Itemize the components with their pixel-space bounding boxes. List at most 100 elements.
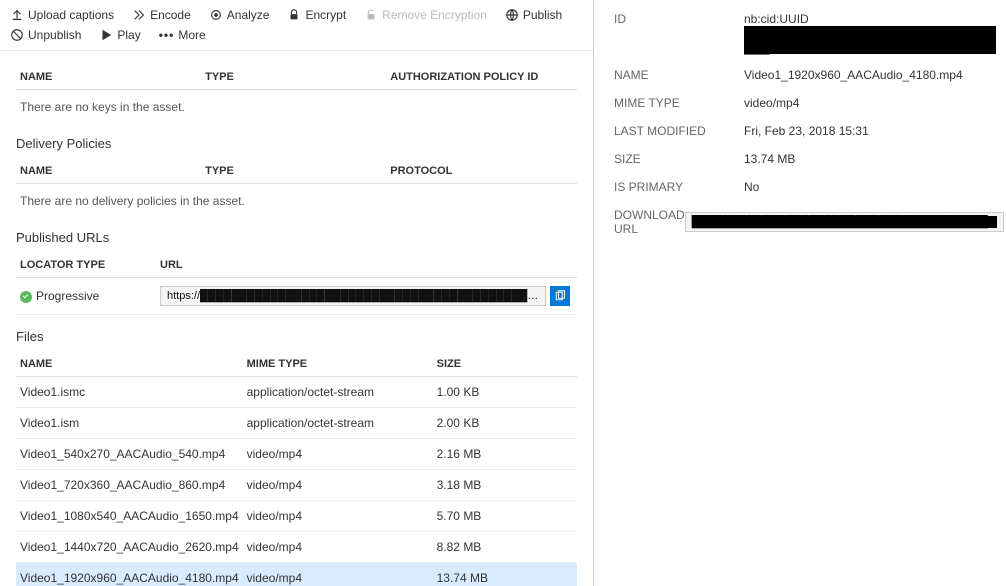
detail-mime-label: MIME TYPE: [614, 96, 744, 110]
file-size-cell: 1.00 KB: [433, 377, 577, 408]
publish-icon: [505, 8, 519, 22]
file-size-cell: 2.00 KB: [433, 408, 577, 439]
file-name-cell: Video1_1440x720_AACAudio_2620.mp4: [16, 532, 243, 563]
published-table: LOCATOR TYPE URL Progressivehttps://████…: [16, 253, 577, 315]
detail-name-value: Video1_1920x960_AACAudio_4180.mp4: [744, 68, 996, 82]
keys-header-name: NAME: [16, 65, 201, 90]
keys-empty-message: There are no keys in the asset.: [16, 90, 577, 123]
detail-id-value: nb:cid:UUID█████████████████████████████…: [744, 12, 996, 54]
play-button[interactable]: Play: [91, 26, 148, 44]
remove-encryption-button: Remove Encryption: [356, 6, 495, 24]
url-cell: https://████████████████████████████████…: [156, 278, 577, 315]
published-section: Published URLs LOCATOR TYPE URL Progress…: [0, 216, 593, 315]
copy-icon: [554, 290, 566, 302]
detail-lastmod: LAST MODIFIED Fri, Feb 23, 2018 15:31: [614, 124, 996, 138]
detail-id: ID nb:cid:UUID██████████████████████████…: [614, 12, 996, 54]
more-icon: •••: [159, 28, 175, 42]
publish-button[interactable]: Publish: [497, 6, 570, 24]
delivery-section: Delivery Policies NAME TYPE PROTOCOL The…: [0, 122, 593, 216]
file-size-cell: 8.82 MB: [433, 532, 577, 563]
more-button[interactable]: ••• More: [151, 26, 214, 44]
files-header-size: SIZE: [433, 352, 577, 377]
left-panel: Upload captions Encode Analyze Encrypt R…: [0, 0, 594, 586]
file-mime-cell: application/octet-stream: [243, 377, 433, 408]
encrypt-button[interactable]: Encrypt: [279, 6, 354, 24]
play-label: Play: [117, 28, 140, 42]
published-header-locator: LOCATOR TYPE: [16, 253, 156, 278]
file-name-cell: Video1.ismc: [16, 377, 243, 408]
locator-type-cell: Progressive: [16, 278, 156, 315]
keys-table: NAME TYPE AUTHORIZATION POLICY ID There …: [16, 65, 577, 122]
published-row: Progressivehttps://█████████████████████…: [16, 278, 577, 315]
file-size-cell: 13.74 MB: [433, 563, 577, 586]
detail-size-label: SIZE: [614, 152, 744, 166]
files-header-name: NAME: [16, 352, 243, 377]
table-row[interactable]: Video1_540x270_AACAudio_540.mp4video/mp4…: [16, 439, 577, 470]
files-table: NAME MIME TYPE SIZE Video1.ismcapplicati…: [16, 352, 577, 586]
analyze-button[interactable]: Analyze: [201, 6, 278, 24]
file-mime-cell: video/mp4: [243, 470, 433, 501]
encode-icon: [132, 8, 146, 22]
analyze-label: Analyze: [227, 8, 270, 22]
detail-isprimary-value: No: [744, 180, 996, 194]
delivery-header-name: NAME: [16, 159, 201, 184]
download-url-input[interactable]: ██████████████████████████████████████..…: [685, 212, 1004, 232]
file-mime-cell: video/mp4: [243, 563, 433, 586]
encode-button[interactable]: Encode: [124, 6, 199, 24]
upload-captions-button[interactable]: Upload captions: [2, 6, 122, 24]
file-size-cell: 5.70 MB: [433, 501, 577, 532]
detail-mime: MIME TYPE video/mp4: [614, 96, 996, 110]
detail-isprimary: IS PRIMARY No: [614, 180, 996, 194]
lock-icon: [287, 8, 301, 22]
keys-header-auth: AUTHORIZATION POLICY ID: [386, 65, 577, 90]
unpublish-button[interactable]: Unpublish: [2, 26, 89, 44]
file-size-cell: 3.18 MB: [433, 470, 577, 501]
keys-header-type: TYPE: [201, 65, 386, 90]
check-icon: [20, 291, 32, 303]
upload-icon: [10, 8, 24, 22]
detail-size: SIZE 13.74 MB: [614, 152, 996, 166]
files-section: Files NAME MIME TYPE SIZE Video1.ismcapp…: [0, 315, 593, 586]
delivery-header-type: TYPE: [201, 159, 386, 184]
detail-name-label: NAME: [614, 68, 744, 82]
detail-id-label: ID: [614, 12, 744, 54]
copy-url-button[interactable]: [550, 286, 570, 306]
table-row[interactable]: Video1_1920x960_AACAudio_4180.mp4video/m…: [16, 563, 577, 586]
detail-downloadurl: DOWNLOAD URL ███████████████████████████…: [614, 208, 996, 236]
keys-section: NAME TYPE AUTHORIZATION POLICY ID There …: [0, 51, 593, 122]
file-mime-cell: video/mp4: [243, 439, 433, 470]
table-row[interactable]: Video1_1080x540_AACAudio_1650.mp4video/m…: [16, 501, 577, 532]
upload-captions-label: Upload captions: [28, 8, 114, 22]
detail-downloadurl-label: DOWNLOAD URL: [614, 208, 685, 236]
detail-lastmod-value: Fri, Feb 23, 2018 15:31: [744, 124, 996, 138]
files-header-mime: MIME TYPE: [243, 352, 433, 377]
detail-size-value: 13.74 MB: [744, 152, 996, 166]
table-row[interactable]: Video1.ismcapplication/octet-stream1.00 …: [16, 377, 577, 408]
file-name-cell: Video1_1920x960_AACAudio_4180.mp4: [16, 563, 243, 586]
analyze-icon: [209, 8, 223, 22]
table-row[interactable]: Video1.ismapplication/octet-stream2.00 K…: [16, 408, 577, 439]
file-mime-cell: video/mp4: [243, 501, 433, 532]
unpublish-icon: [10, 28, 24, 42]
remove-encryption-label: Remove Encryption: [382, 8, 487, 22]
file-mime-cell: application/octet-stream: [243, 408, 433, 439]
play-icon: [99, 28, 113, 42]
detail-lastmod-label: LAST MODIFIED: [614, 124, 744, 138]
file-name-cell: Video1_1080x540_AACAudio_1650.mp4: [16, 501, 243, 532]
table-row[interactable]: Video1_720x360_AACAudio_860.mp4video/mp4…: [16, 470, 577, 501]
table-row[interactable]: Video1_1440x720_AACAudio_2620.mp4video/m…: [16, 532, 577, 563]
delivery-empty-message: There are no delivery policies in the as…: [16, 184, 577, 217]
file-name-cell: Video1_720x360_AACAudio_860.mp4: [16, 470, 243, 501]
unpublish-label: Unpublish: [28, 28, 81, 42]
more-label: More: [178, 28, 205, 42]
published-url-input[interactable]: https://████████████████████████████████…: [160, 286, 546, 306]
toolbar: Upload captions Encode Analyze Encrypt R…: [0, 0, 593, 51]
detail-name: NAME Video1_1920x960_AACAudio_4180.mp4: [614, 68, 996, 82]
detail-mime-value: video/mp4: [744, 96, 996, 110]
detail-isprimary-label: IS PRIMARY: [614, 180, 744, 194]
files-title: Files: [16, 329, 577, 344]
file-name-cell: Video1.ism: [16, 408, 243, 439]
delivery-header-protocol: PROTOCOL: [386, 159, 577, 184]
publish-label: Publish: [523, 8, 562, 22]
encrypt-label: Encrypt: [305, 8, 346, 22]
